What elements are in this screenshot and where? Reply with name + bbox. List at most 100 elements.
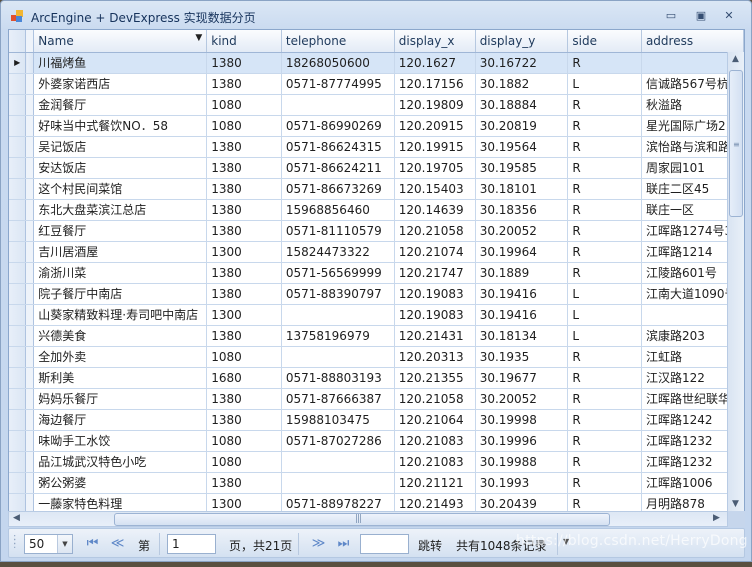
cell-name[interactable]: 吴记饭店 — [33, 136, 208, 158]
table-row[interactable]: 粥公粥婆 1380 120.21121 30.1993 R 江晖路1006 — [9, 472, 744, 494]
table-row[interactable]: 山葵家精致料理·寿司吧中南店 1300 120.19083 30.19416 L — [9, 304, 744, 326]
row-indicator[interactable] — [9, 220, 27, 242]
scroll-up-icon[interactable]: ▲ — [732, 54, 739, 64]
cell-display-x[interactable]: 120.21431 — [394, 325, 476, 347]
jump-button[interactable]: 跳转 — [418, 537, 442, 554]
cell-telephone[interactable] — [281, 94, 395, 116]
cell-kind[interactable]: 1380 — [206, 199, 282, 221]
column-header-kind[interactable]: kind — [206, 30, 282, 53]
vertical-scroll-thumb[interactable]: ≡ — [729, 70, 743, 217]
row-indicator[interactable] — [9, 178, 27, 200]
table-row[interactable]: 吉川居酒屋 1300 15824473322 120.21074 30.19964 R 江晖… — [9, 241, 744, 263]
first-page-button[interactable]: ⏮ — [81, 534, 101, 554]
cell-telephone[interactable]: 18268050600 — [281, 52, 395, 74]
cell-kind[interactable]: 1380 — [206, 262, 282, 284]
cell-name[interactable]: 金润餐厅 — [33, 94, 208, 116]
cell-display-x[interactable]: 120.21074 — [394, 241, 476, 263]
cell-telephone[interactable] — [281, 346, 395, 368]
cell-side[interactable]: R — [567, 388, 642, 410]
cell-kind[interactable]: 1300 — [206, 241, 282, 263]
cell-side[interactable]: R — [567, 178, 642, 200]
cell-display-y[interactable]: 30.20052 — [475, 220, 569, 242]
cell-kind[interactable]: 1380 — [206, 283, 282, 305]
table-row[interactable]: 院子餐厅中南店 1380 0571-88390797 120.19083 30.1941… — [9, 283, 744, 305]
cell-display-x[interactable]: 120.17156 — [394, 73, 476, 95]
cell-display-y[interactable]: 30.19677 — [475, 367, 569, 389]
cell-side[interactable]: R — [567, 451, 642, 473]
cell-telephone[interactable]: 0571-86624315 — [281, 136, 395, 158]
cell-name[interactable]: 妈妈乐餐厅 — [33, 388, 208, 410]
column-header-name[interactable]: Name ▼ — [33, 30, 208, 53]
cell-display-x[interactable]: 120.21747 — [394, 262, 476, 284]
column-header-display-x[interactable]: display_x — [394, 30, 476, 53]
cell-side[interactable]: L — [567, 73, 642, 95]
row-indicator[interactable] — [9, 304, 27, 326]
cell-display-y[interactable]: 30.20819 — [475, 115, 569, 137]
cell-display-x[interactable]: 120.19083 — [394, 304, 476, 326]
row-indicator[interactable] — [9, 346, 27, 368]
cell-display-x[interactable]: 120.14639 — [394, 199, 476, 221]
cell-kind[interactable]: 1080 — [206, 94, 282, 116]
cell-kind[interactable]: 1380 — [206, 73, 282, 95]
cell-name[interactable]: 全加外卖 — [33, 346, 208, 368]
toolbar-grip-icon[interactable]: ::: — [13, 533, 16, 551]
cell-name[interactable]: 海边餐厅 — [33, 409, 208, 431]
column-header-address[interactable]: address — [641, 30, 744, 53]
restore-button[interactable]: ▣ — [691, 9, 711, 23]
cell-display-y[interactable]: 30.19585 — [475, 157, 569, 179]
table-row[interactable]: 外婆家诺西店 1380 0571-87774995 120.17156 30.1882 L… — [9, 73, 744, 95]
row-indicator[interactable]: ▶ — [9, 52, 27, 74]
row-indicator[interactable] — [9, 388, 27, 410]
cell-kind[interactable]: 1380 — [206, 157, 282, 179]
cell-name[interactable]: 渝浙川菜 — [33, 262, 208, 284]
row-indicator[interactable] — [9, 283, 27, 305]
scroll-right-icon[interactable]: ▶ — [713, 513, 720, 523]
cell-side[interactable]: R — [567, 409, 642, 431]
cell-telephone[interactable] — [281, 304, 395, 326]
cell-side[interactable]: R — [567, 199, 642, 221]
table-row[interactable]: 味呦手工水饺 1080 0571-87027286 120.21083 30.19996… — [9, 430, 744, 452]
cell-display-x[interactable]: 120.21083 — [394, 430, 476, 452]
cell-display-x[interactable]: 120.20915 — [394, 115, 476, 137]
row-indicator[interactable] — [9, 241, 27, 263]
cell-name[interactable]: 一藤家特色料理 — [33, 493, 208, 511]
cell-display-x[interactable]: 120.20313 — [394, 346, 476, 368]
table-row[interactable]: ▶ 川福烤鱼 1380 18268050600 120.1627 30.16722 R — [9, 52, 744, 74]
table-row[interactable]: 品江城武汉特色小吃 1080 120.21083 30.19988 R 江晖路1232 — [9, 451, 744, 473]
cell-name[interactable]: 吉川居酒屋 — [33, 241, 208, 263]
cell-kind[interactable]: 1380 — [206, 52, 282, 74]
table-row[interactable]: 安达饭店 1380 0571-86624211 120.19705 30.19585 R 周… — [9, 157, 744, 179]
cell-name[interactable]: 斯利美 — [33, 367, 208, 389]
cell-telephone[interactable] — [281, 451, 395, 473]
cell-display-y[interactable]: 30.16722 — [475, 52, 569, 74]
cell-display-y[interactable]: 30.19996 — [475, 430, 569, 452]
cell-display-y[interactable]: 30.20439 — [475, 493, 569, 511]
cell-kind[interactable]: 1380 — [206, 325, 282, 347]
cell-kind[interactable]: 1080 — [206, 430, 282, 452]
cell-side[interactable]: R — [567, 493, 642, 511]
cell-display-x[interactable]: 120.15403 — [394, 178, 476, 200]
cell-telephone[interactable]: 0571-88390797 — [281, 283, 395, 305]
cell-kind[interactable]: 1680 — [206, 367, 282, 389]
cell-name[interactable]: 品江城武汉特色小吃 — [33, 451, 208, 473]
cell-kind[interactable]: 1380 — [206, 136, 282, 158]
horizontal-scroll-thumb[interactable]: ||| — [114, 513, 610, 526]
minimize-button[interactable]: ▭ — [661, 9, 681, 23]
cell-display-y[interactable]: 30.18101 — [475, 178, 569, 200]
cell-kind[interactable]: 1380 — [206, 409, 282, 431]
cell-side[interactable]: R — [567, 346, 642, 368]
cell-side[interactable]: R — [567, 220, 642, 242]
cell-kind[interactable]: 1380 — [206, 388, 282, 410]
cell-display-x[interactable]: 120.21493 — [394, 493, 476, 511]
cell-name[interactable]: 好味当中式餐饮NO．58 — [33, 115, 208, 137]
jump-page-input[interactable] — [360, 534, 409, 554]
filter-icon[interactable]: ▼ — [195, 33, 202, 43]
table-row[interactable]: 东北大盘菜滨江总店 1380 15968856460 120.14639 30.1835… — [9, 199, 744, 221]
row-indicator[interactable] — [9, 262, 27, 284]
cell-display-x[interactable]: 120.21355 — [394, 367, 476, 389]
cell-telephone[interactable]: 15968856460 — [281, 199, 395, 221]
cell-telephone[interactable]: 15988103475 — [281, 409, 395, 431]
cell-display-y[interactable]: 30.1935 — [475, 346, 569, 368]
last-page-button[interactable]: ⏭ — [332, 534, 352, 554]
row-indicator[interactable] — [9, 115, 27, 137]
